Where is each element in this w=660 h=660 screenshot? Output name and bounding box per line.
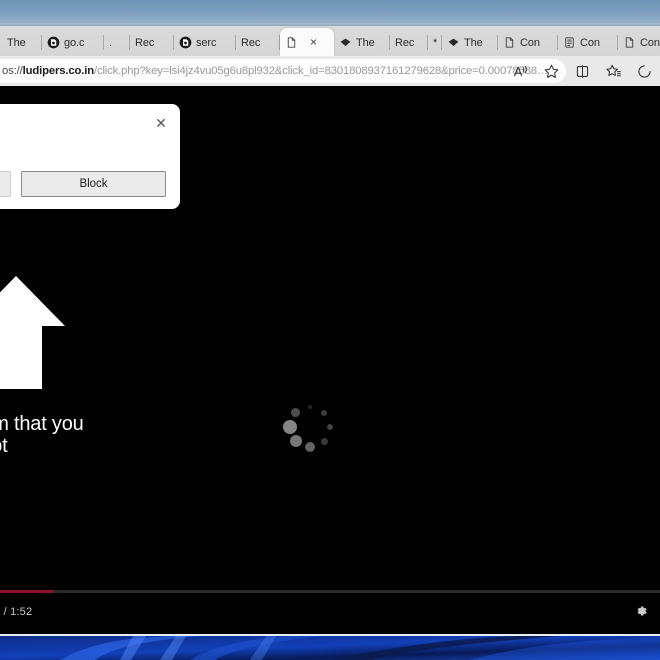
video-time-display: 1 / 1:52	[0, 606, 33, 618]
spinner-dot	[291, 408, 301, 418]
page-icon	[503, 36, 516, 49]
url-path: /click.php?key=lsi4jz4vu05g6u8pl932&clic…	[93, 65, 549, 77]
tab-7[interactable]: The	[334, 29, 390, 56]
page-headline-line-2: not a robot	[0, 434, 8, 457]
url-text: os://ludipers.co.in/click.php?key=lsi4jz…	[2, 65, 548, 77]
split-screen-icon[interactable]	[567, 58, 598, 84]
tab-9[interactable]: *	[428, 29, 442, 56]
spinner-dot	[289, 435, 302, 448]
address-bar[interactable]: os://ludipers.co.in/click.php?key=lsi4jz…	[0, 59, 566, 83]
spinner-dot	[320, 437, 328, 445]
tab-label: Con	[640, 36, 660, 49]
tab-label: Con	[580, 36, 600, 49]
tab-1[interactable]: go.c	[42, 29, 104, 56]
collections-icon[interactable]	[598, 58, 629, 84]
tab-label: go.c	[64, 36, 85, 49]
tab-3[interactable]: Rec	[130, 29, 174, 56]
tab-13[interactable]: Con	[618, 29, 660, 56]
dark-favicon	[179, 36, 192, 49]
tab-label: Rec	[395, 36, 415, 49]
notification-permission-dialog[interactable]: ✕ co.in wants to notifications Allow Blo…	[0, 104, 180, 210]
spinner-dot	[283, 420, 297, 434]
dark-favicon	[47, 36, 60, 49]
loading-spinner	[282, 399, 338, 455]
read-aloud-icon[interactable]	[505, 58, 536, 84]
diamond-favicon	[447, 36, 460, 49]
tab-label: Con	[520, 36, 540, 49]
url-host: ludipers.co.in	[22, 65, 94, 77]
tab-2[interactable]: .	[104, 29, 130, 56]
tab-label: *	[433, 36, 437, 49]
tab-10[interactable]: The	[442, 29, 498, 56]
tab-label: The	[356, 36, 375, 49]
permission-dialog-buttons: Allow Block	[0, 171, 166, 198]
desktop-wallpaper	[0, 634, 660, 660]
tab-11[interactable]: Con	[498, 29, 558, 56]
tab-label: .	[109, 36, 112, 49]
page-headline: ’ to confirm that you not a robot	[0, 413, 214, 457]
desktop-background-top	[0, 0, 660, 26]
screen: Thego.c.RecsercRec×TheRec*TheConConConCa…	[0, 0, 660, 660]
arrow-up-icon	[0, 274, 66, 389]
tab-5[interactable]: Rec	[236, 29, 280, 56]
tab-close-icon[interactable]: ×	[306, 35, 321, 50]
video-progress-bar[interactable]	[0, 590, 660, 593]
permission-dialog-title: co.in wants to	[0, 116, 166, 132]
close-icon[interactable]: ✕	[152, 114, 170, 132]
page-headline-line-1: ’ to confirm that you	[0, 413, 84, 435]
address-bar-row: os://ludipers.co.in/click.php?key=lsi4jz…	[0, 56, 660, 86]
url-scheme: os://	[2, 65, 23, 77]
diamond-favicon	[339, 36, 352, 49]
tab-0[interactable]: The	[2, 29, 42, 56]
tab-strip[interactable]: Thego.c.RecsercRec×TheRec*TheConConConCa…	[0, 26, 660, 56]
spinner-dot	[321, 409, 328, 416]
browser-window: Thego.c.RecsercRec×TheRec*TheConConConCa…	[0, 26, 660, 634]
tab-6-active[interactable]: ×	[280, 28, 334, 56]
browser-essentials-icon[interactable]	[629, 58, 660, 84]
video-player-controls[interactable]: 1 / 1:52	[0, 586, 660, 634]
video-progress-fill	[0, 590, 53, 593]
toolbar-icons	[505, 56, 660, 86]
tab-label: The	[7, 36, 26, 49]
tab-8[interactable]: Rec	[390, 29, 428, 56]
tab-label: Rec	[135, 36, 155, 49]
tab-12[interactable]: Con	[558, 29, 618, 56]
permission-dialog-body: notifications	[0, 143, 166, 155]
spinner-dot	[308, 405, 312, 409]
gear-icon[interactable]	[633, 603, 649, 619]
tab-4[interactable]: serc	[174, 29, 236, 56]
tab-label: Rec	[241, 36, 261, 49]
wallpaper-art	[0, 636, 660, 660]
page-icon	[285, 36, 298, 49]
block-button[interactable]: Block	[21, 171, 166, 198]
list-icon	[563, 36, 576, 49]
spinner-dot	[304, 441, 316, 453]
favorite-star-icon[interactable]	[536, 58, 567, 84]
spinner-dot	[326, 423, 334, 431]
tab-label: The	[464, 36, 483, 49]
tab-label: serc	[196, 36, 217, 49]
page-icon	[623, 36, 636, 49]
allow-button[interactable]: Allow	[0, 171, 11, 198]
